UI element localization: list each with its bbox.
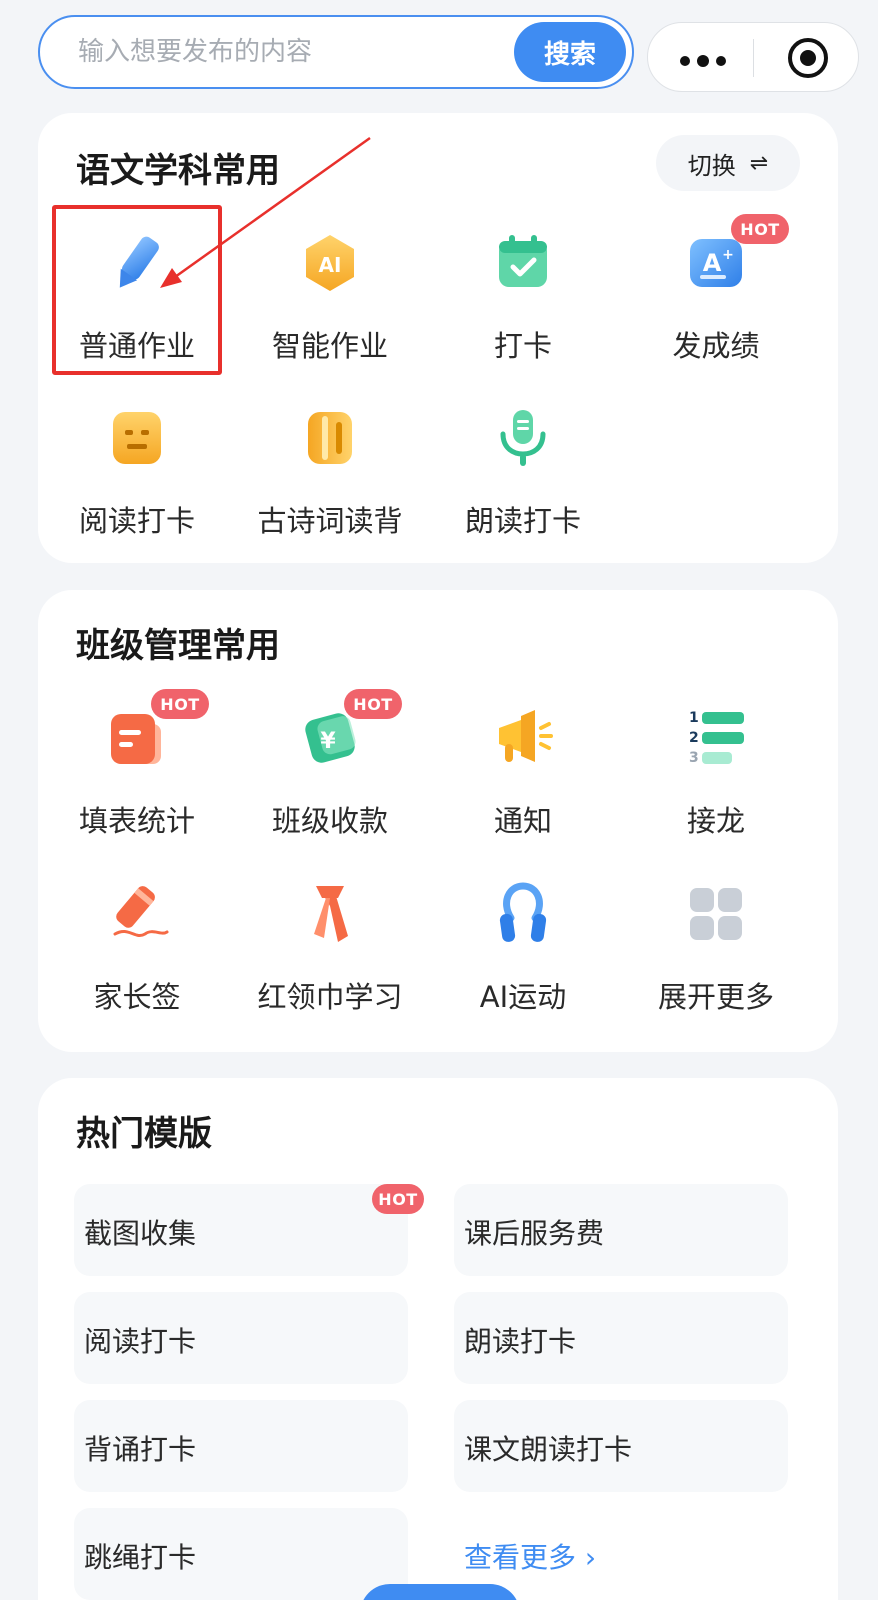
calendar-check-icon (499, 235, 547, 287)
close-target-icon[interactable] (788, 38, 828, 78)
grid-item-label: 阅读打卡 (78, 504, 195, 538)
hot-badge: HOT (344, 689, 402, 719)
see-more-link[interactable]: 查看更多 › (464, 1536, 596, 1576)
grid-item-solitaire[interactable]: 1 2 3 接龙 (617, 706, 815, 856)
grid-item-label: 家长签 (93, 980, 181, 1014)
megaphone-icon (499, 710, 553, 762)
grid-item-label: 接龙 (686, 804, 745, 838)
grid-item-form-statistics[interactable]: 填表统计 (38, 706, 236, 856)
svg-text:3: 3 (689, 750, 699, 766)
template-label: 朗读打卡 (464, 1325, 577, 1358)
scroll-icon (308, 412, 352, 464)
capsule-divider (753, 39, 754, 77)
svg-text:2: 2 (689, 730, 699, 746)
grid-item-label: 展开更多 (657, 980, 774, 1014)
floating-action-button[interactable] (360, 1584, 520, 1600)
grid-item-label: 朗读打卡 (464, 504, 581, 538)
grid-item-label: 通知 (493, 804, 552, 838)
grid-item-label: 填表统计 (78, 804, 195, 838)
switch-label: 切换 (687, 151, 736, 180)
red-scarf-icon (314, 886, 348, 942)
grid-item-label: 发成绩 (672, 329, 760, 363)
hot-badge: HOT (151, 689, 209, 719)
template-label: 跳绳打卡 (84, 1541, 197, 1574)
numbered-list-icon: 1 2 3 (689, 710, 744, 766)
grid-item-label: 红领巾学习 (257, 980, 403, 1014)
class-section-card: 班级管理常用 填表统计 HOT ¥ 班级收款 HOT 通知 1 2 3 接龙 家… (38, 590, 838, 1052)
grid-item-parent-signature[interactable]: 家长签 (38, 882, 236, 1032)
svg-text:+: + (722, 247, 734, 263)
grid-item-label: AI运动 (479, 980, 567, 1014)
grid-item-poetry-recite[interactable]: 古诗词读背 (231, 406, 429, 556)
template-label: 截图收集 (84, 1217, 197, 1250)
search-bar: 搜索 (38, 15, 634, 89)
grid-item-send-grades[interactable]: A + 发成绩 (617, 231, 815, 381)
template-label: 背诵打卡 (84, 1433, 197, 1466)
mini-program-capsule (647, 22, 859, 92)
template-item-text-read-aloud-check-in[interactable]: 课文朗读打卡 (454, 1400, 788, 1492)
template-label: 阅读打卡 (84, 1325, 197, 1358)
grid-item-label: 智能作业 (271, 329, 388, 363)
template-label: 课后服务费 (464, 1217, 605, 1250)
grid-item-notice[interactable]: 通知 (424, 706, 622, 856)
hand-grip-icon (499, 882, 547, 942)
section-title: 热门模版 (76, 1114, 212, 1154)
svg-text:A: A (703, 249, 722, 277)
more-options-icon[interactable] (680, 55, 726, 67)
template-item-recite-check-in[interactable]: 背诵打卡 (74, 1400, 408, 1492)
grid-item-class-payment[interactable]: ¥ 班级收款 (231, 706, 429, 856)
grid-item-check-in[interactable]: 打卡 (424, 231, 622, 381)
annotation-arrow-icon (160, 136, 371, 288)
grid-more-icon (690, 888, 742, 940)
template-item-reading-check-in[interactable]: 阅读打卡 (74, 1292, 408, 1384)
hot-badge: HOT (731, 214, 789, 244)
section-title: 班级管理常用 (76, 626, 280, 666)
svg-text:1: 1 (689, 710, 699, 726)
see-more-label: 查看更多 (464, 1541, 577, 1574)
swap-arrows-icon: ⇌ (749, 150, 769, 176)
chevron-right-icon: › (576, 1541, 597, 1574)
grid-item-red-scarf-study[interactable]: 红领巾学习 (231, 882, 429, 1032)
svg-text:¥: ¥ (320, 729, 336, 754)
template-item-after-school-fee[interactable]: 课后服务费 (454, 1184, 788, 1276)
search-input[interactable] (78, 17, 498, 87)
template-item-screenshot-collect[interactable]: 截图收集 (74, 1184, 408, 1276)
search-button[interactable]: 搜索 (514, 22, 626, 82)
grid-item-label: 古诗词读背 (257, 504, 403, 538)
reading-icon (113, 412, 161, 464)
template-item-read-aloud-check-in[interactable]: 朗读打卡 (454, 1292, 788, 1384)
grid-item-read-aloud-check-in[interactable]: 朗读打卡 (424, 406, 622, 556)
signature-icon (113, 886, 169, 937)
grid-item-ai-sports[interactable]: AI运动 (424, 882, 622, 1032)
switch-button[interactable]: 切换 ⇌ (656, 135, 800, 191)
grid-item-expand-more[interactable]: 展开更多 (617, 882, 815, 1032)
template-label: 课文朗读打卡 (464, 1433, 633, 1466)
grid-item-label: 打卡 (493, 329, 552, 363)
template-section-card: 热门模版 截图收集 HOT 课后服务费 阅读打卡 朗读打卡 背诵打卡 课文朗读打… (38, 1078, 838, 1600)
grid-item-reading-check-in[interactable]: 阅读打卡 (38, 406, 236, 556)
hot-badge: HOT (372, 1184, 424, 1214)
grid-item-label: 班级收款 (271, 804, 388, 838)
template-item-jump-rope-check-in[interactable]: 跳绳打卡 (74, 1508, 408, 1600)
microphone-icon (500, 410, 546, 466)
